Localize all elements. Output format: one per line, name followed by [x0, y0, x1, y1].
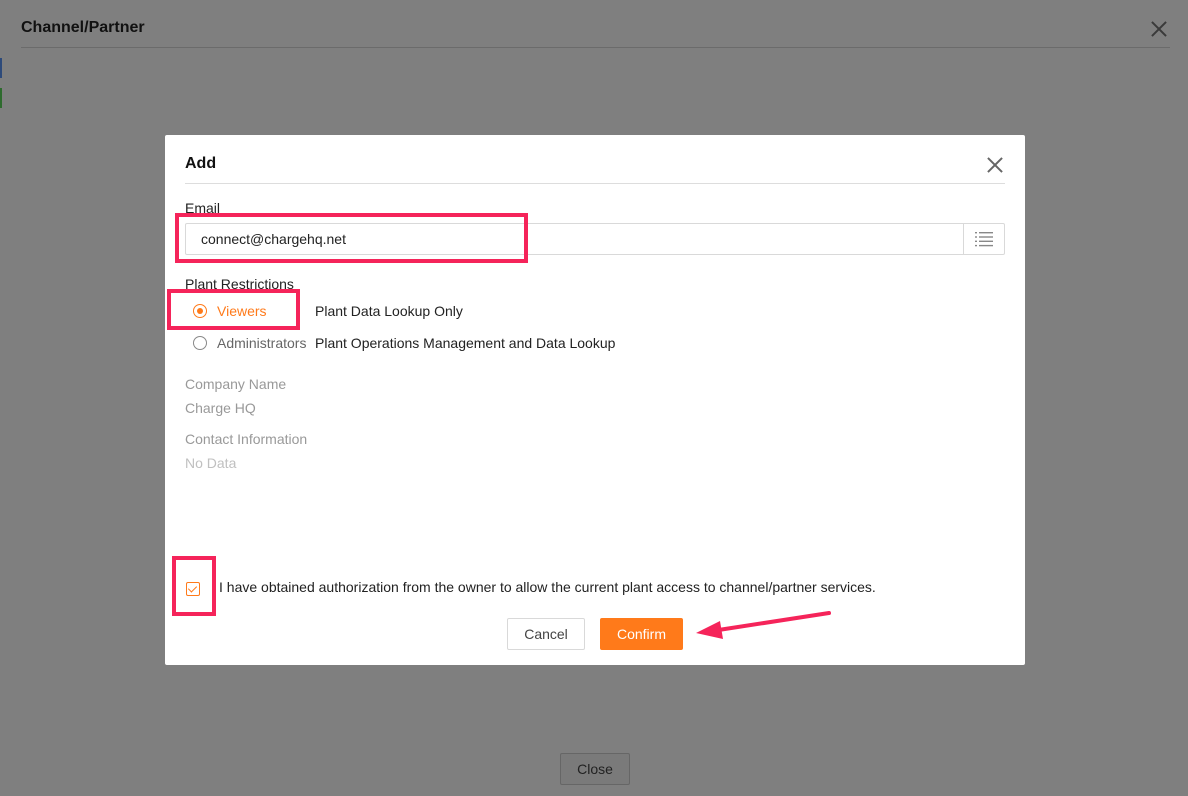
outer-close-icon[interactable]: [1150, 20, 1168, 38]
cancel-button[interactable]: Cancel: [507, 618, 585, 650]
modal-divider: [185, 183, 1005, 184]
outer-divider: [21, 47, 1170, 48]
confirm-arrow-icon: [696, 611, 831, 639]
confirm-button[interactable]: Confirm: [600, 618, 683, 650]
company-name-label: Company Name: [185, 376, 287, 392]
company-name-value: Charge HQ: [185, 400, 256, 416]
authorization-text: I have obtained authorization from the o…: [219, 579, 876, 595]
modal-close-icon[interactable]: [986, 156, 1004, 174]
contact-information-label: Contact Information: [185, 431, 308, 447]
administrators-description: Plant Operations Management and Data Loo…: [315, 335, 616, 351]
outer-dialog-title: Channel/Partner: [21, 19, 145, 36]
email-highlight-box: [175, 213, 528, 263]
outer-close-button[interactable]: Close: [560, 753, 630, 785]
list-icon[interactable]: [963, 224, 1004, 254]
radio-label-administrators: Administrators: [217, 335, 307, 351]
viewers-highlight-box: [167, 289, 300, 330]
checkbox-highlight-box: [172, 556, 216, 616]
radio-administrators[interactable]: Administrators: [193, 335, 306, 351]
viewers-description: Plant Data Lookup Only: [315, 303, 463, 319]
modal-title: Add: [185, 155, 217, 172]
background-edge-marker: [0, 58, 2, 78]
background-edge-marker: [0, 88, 2, 108]
contact-information-value: No Data: [185, 455, 237, 471]
radio-indicator[interactable]: [193, 336, 207, 350]
